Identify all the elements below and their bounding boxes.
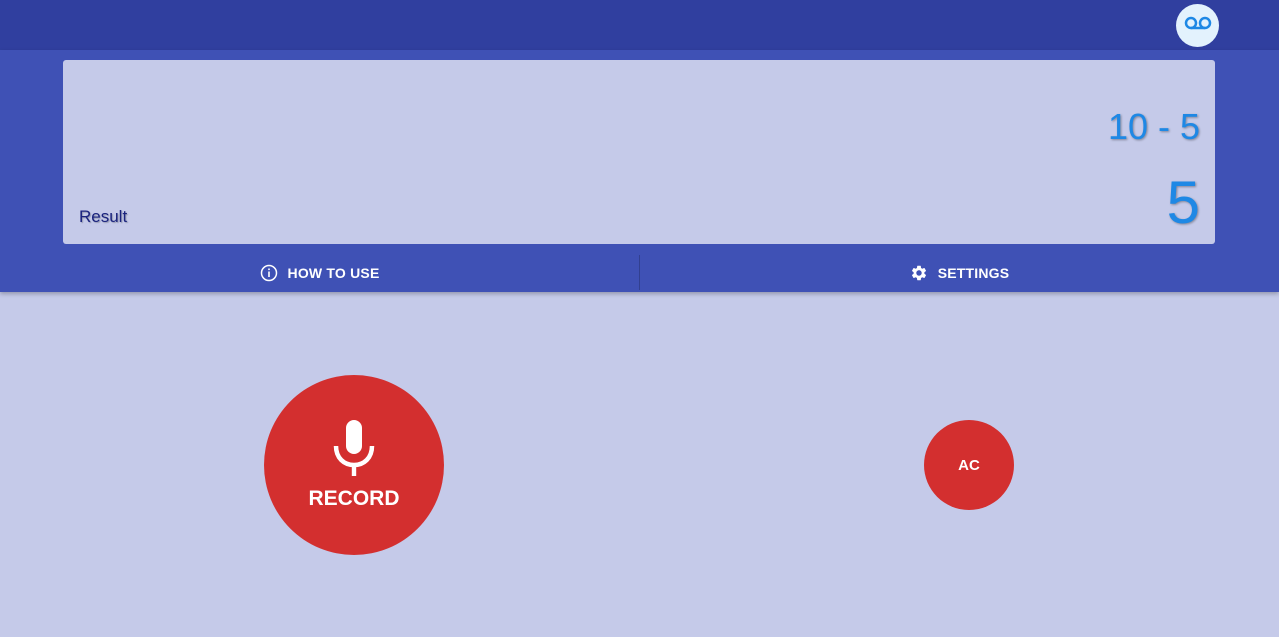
record-label: RECORD — [308, 486, 400, 510]
how-to-use-label: HOW TO USE — [287, 264, 380, 281]
settings-label: SETTINGS — [937, 264, 1010, 281]
result-label: Result — [79, 207, 128, 226]
expression-text: 10 - 5 — [1107, 106, 1200, 147]
all-clear-button[interactable]: AC — [924, 420, 1014, 510]
answer-text: 5 — [1166, 169, 1200, 236]
settings-button[interactable]: SETTINGS — [640, 253, 1279, 292]
info-icon — [260, 264, 278, 282]
all-clear-label: AC — [958, 456, 980, 474]
result-display: 10 - 5 5 Result — [63, 60, 1215, 244]
record-button[interactable]: RECORD — [264, 375, 444, 555]
voicemail-icon — [1184, 15, 1212, 36]
how-to-use-button[interactable]: HOW TO USE — [0, 253, 639, 292]
action-tabs: HOW TO USE SETTINGS — [0, 253, 1279, 292]
gear-icon — [910, 264, 928, 282]
microphone-icon — [332, 419, 376, 481]
calculator-panel: 10 - 5 5 Result HOW TO USE SETTINGS — [0, 50, 1279, 292]
top-app-bar — [0, 0, 1279, 50]
voicemail-button[interactable] — [1176, 4, 1219, 47]
